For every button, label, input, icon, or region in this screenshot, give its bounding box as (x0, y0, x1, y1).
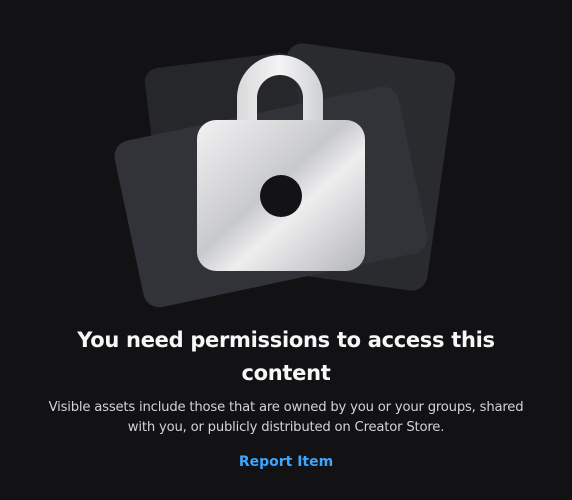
page-title: You need permissions to access this cont… (77, 328, 495, 385)
keyhole-icon (260, 175, 302, 217)
locked-content-illustration (114, 43, 456, 308)
report-item-link[interactable]: Report Item (186, 452, 386, 472)
permission-denied-page: You need permissions to access this cont… (0, 0, 572, 500)
permission-description: Visible assets include those that are ow… (48, 400, 524, 435)
